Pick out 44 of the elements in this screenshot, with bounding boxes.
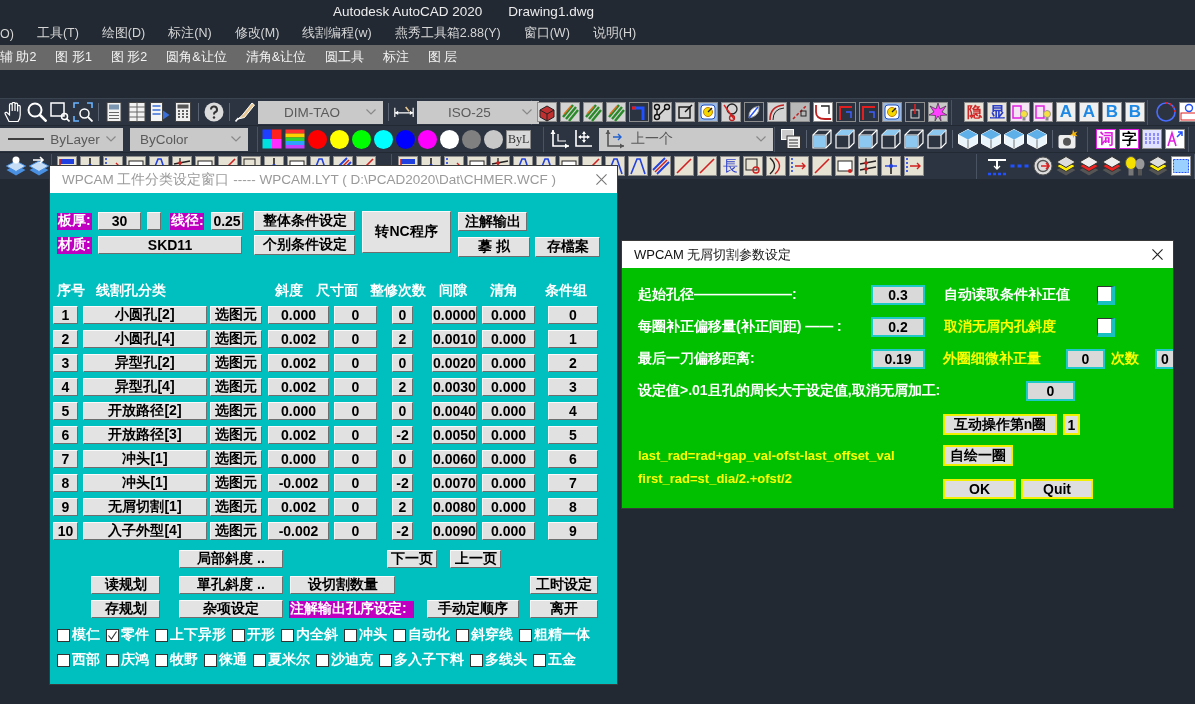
checkbox-label: 牧野: [170, 651, 198, 669]
column-header: 尺寸面: [316, 282, 359, 300]
checkbox-label: 零件: [121, 626, 149, 644]
field-label: 注解输出孔序设定:: [289, 600, 414, 618]
checkbox-label: 内全斜: [296, 626, 338, 644]
dialog-title: WPCAM 无屑切割参数设定: [634, 245, 792, 264]
checkbox-label: 取消无屑内孔斜度: [944, 318, 1057, 336]
checkbox-label: 粗精一体: [534, 626, 590, 644]
formula-text: first_rad=st_dia/2.+ofst/2: [638, 471, 793, 486]
checkbox-label: 自动化: [408, 626, 450, 644]
checkbox-label: 庆鸿: [121, 651, 149, 669]
checkbox-label: 多入子下料: [394, 651, 464, 669]
checkbox-label: 夏米尔: [268, 651, 310, 669]
checkbox-label: 开形: [247, 626, 275, 644]
dialog-title: WPCAM 工件分类设定窗口 ----- WPCAM.LYT ( D:\PCAD2020\Dat\CHMER.WCF ): [62, 170, 556, 189]
checkbox-label: 多线头: [485, 651, 527, 669]
document-name: Drawing1.dwg: [508, 3, 594, 19]
field-label: 材质:: [57, 236, 92, 254]
field-label: 起始孔径———————:: [638, 286, 798, 304]
field-label: 外圈细微补正量: [943, 350, 1042, 368]
checkbox-label: 冲头: [359, 626, 387, 644]
column-header: 斜度: [275, 282, 304, 300]
field-label: 设定值>.01且孔的周长大于设定值,取消无屑加工:: [638, 382, 942, 400]
checkbox-label: 上下异形: [170, 626, 226, 644]
checkbox-label: 自动读取条件补正值: [944, 286, 1071, 304]
formula-text: last_rad=rad+gap_val-ofst-last_offset_val: [638, 448, 896, 463]
field-label: 次数: [1111, 350, 1140, 368]
field-label: 最后一刀偏移距离:: [638, 350, 756, 368]
checkbox-label: 模仁: [72, 626, 100, 644]
column-header: 清角: [490, 282, 519, 300]
field-label: 板厚:: [57, 212, 92, 230]
field-label: 线径:: [170, 212, 204, 230]
checkbox-label: 西部: [72, 651, 100, 669]
checkbox-label: 斜穿线: [471, 626, 513, 644]
checkbox-label: 五金: [548, 651, 576, 669]
field-label: 每圈补正偏移量(补正间距) —— :: [638, 318, 843, 336]
column-header: 序号: [57, 282, 86, 300]
column-header: 整修次数: [370, 282, 427, 300]
checkbox-label: 沙迪克: [331, 651, 373, 669]
column-header: 条件组: [545, 282, 588, 300]
column-header: 间隙: [439, 282, 468, 300]
app-title: Autodesk AutoCAD 2020: [333, 3, 483, 19]
column-header: 线割孔分类: [96, 282, 167, 300]
checkbox-label: 徕通: [219, 651, 247, 669]
